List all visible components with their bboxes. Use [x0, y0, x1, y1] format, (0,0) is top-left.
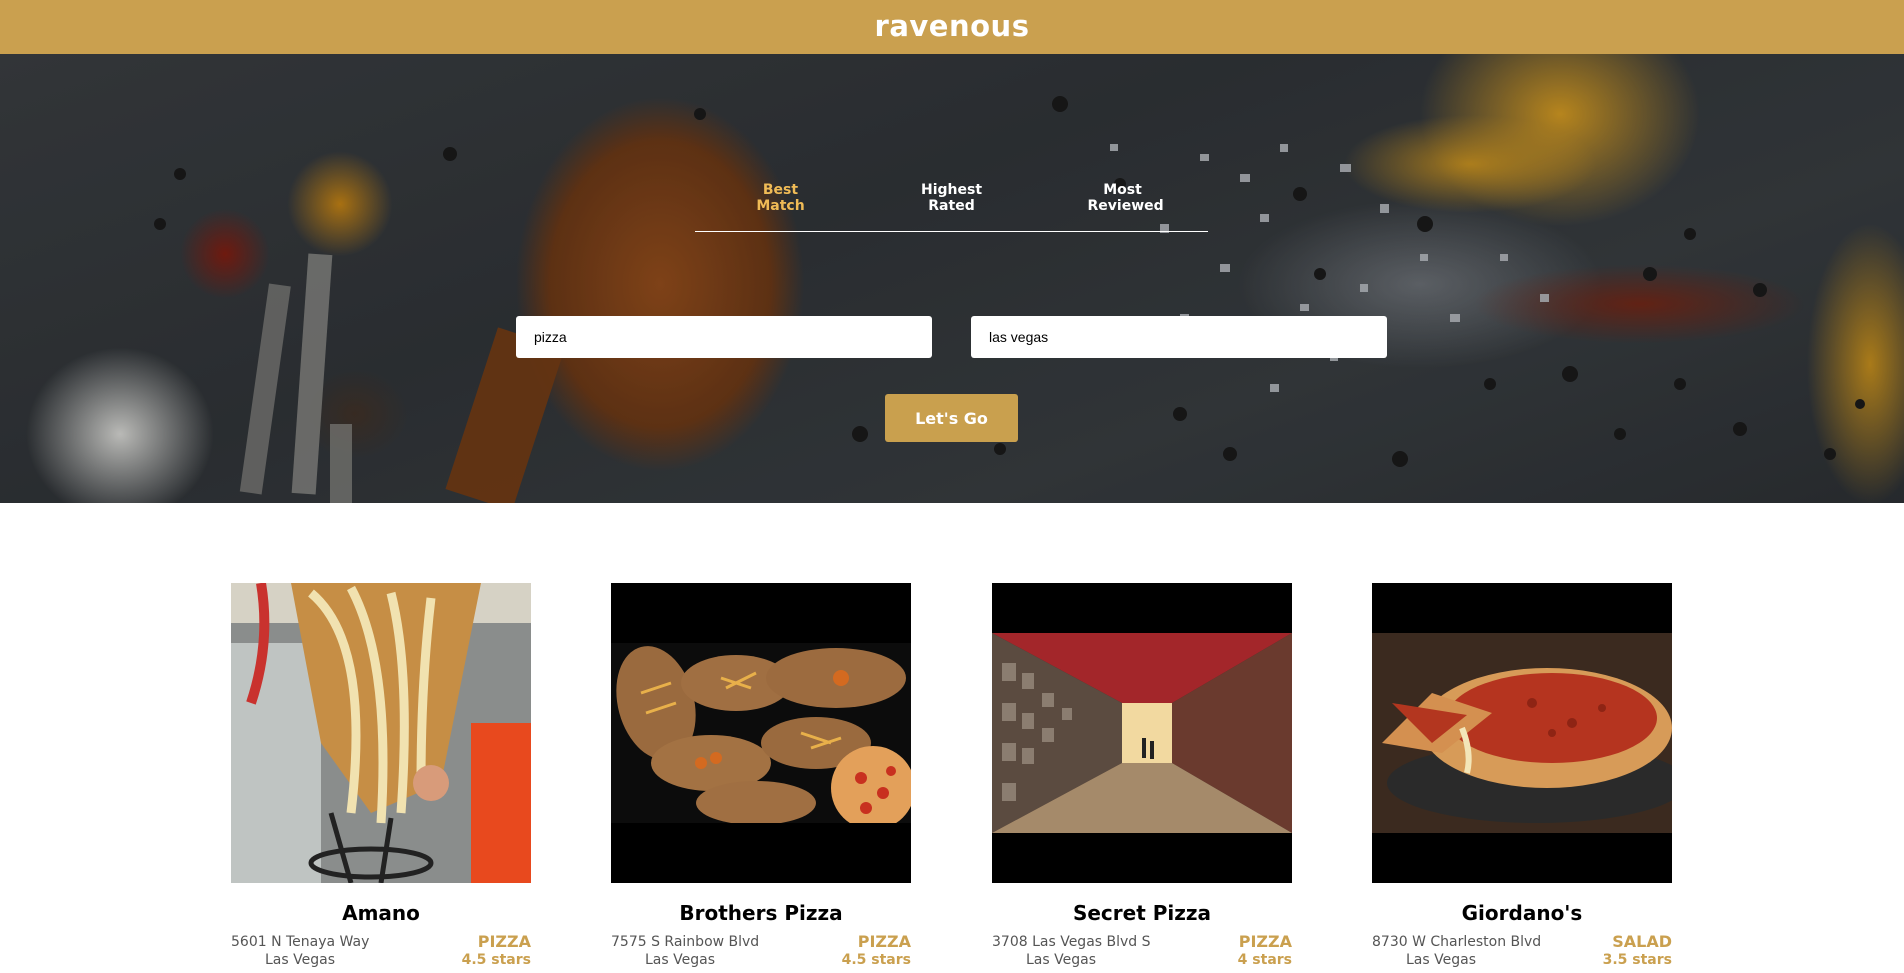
search-location-input[interactable] — [971, 316, 1387, 358]
business-info: 7575 S Rainbow Blvd Las Vegas PIZZA 4.5 … — [611, 933, 911, 973]
business-address: 3708 Las Vegas Blvd S Las Vegas — [992, 933, 1151, 969]
lets-go-button[interactable]: Let's Go — [885, 394, 1018, 442]
sort-options: Best Match Highest Rated Most Reviewed — [695, 182, 1208, 232]
business-info: 3708 Las Vegas Blvd S Las Vegas PIZZA 4 … — [992, 933, 1292, 973]
business-photo[interactable] — [992, 583, 1292, 883]
business-name: Amano — [342, 901, 420, 925]
sort-option-label: Most Reviewed — [1087, 182, 1164, 214]
sort-option-line: Highest — [920, 182, 983, 198]
business-image-amano — [231, 583, 531, 883]
sort-option-line: Best — [762, 182, 799, 198]
sort-option-most-reviewed[interactable]: Most Reviewed — [1037, 182, 1208, 231]
brand-logo: ravenous — [874, 8, 1030, 43]
business-name: Brothers Pizza — [679, 901, 843, 925]
business-rating: 3.5 stars — [1602, 952, 1672, 968]
business-info: 8730 W Charleston Blvd Las Vegas SALAD 3… — [1372, 933, 1672, 973]
sort-option-line: Reviewed — [1087, 198, 1164, 214]
business-card[interactable]: Brothers Pizza 7575 S Rainbow Blvd Las V… — [611, 583, 911, 968]
business-card[interactable]: Giordano's 8730 W Charleston Blvd Las Ve… — [1372, 583, 1672, 968]
business-rating: 4.5 stars — [841, 952, 911, 968]
business-photo[interactable] — [611, 583, 911, 883]
business-address: 7575 S Rainbow Blvd Las Vegas — [611, 933, 760, 969]
business-reviews: PIZZA 4 stars — [1238, 933, 1292, 969]
business-city: Las Vegas — [1026, 952, 1096, 968]
business-image-giordanos — [1372, 633, 1672, 833]
business-category: PIZZA — [857, 932, 911, 951]
business-category: SALAD — [1612, 932, 1672, 951]
sort-option-label: Best Match — [746, 182, 816, 214]
sort-option-label: Highest Rated — [917, 182, 987, 214]
business-street: 3708 Las Vegas Blvd S — [992, 934, 1151, 950]
business-rating: 4.5 stars — [461, 952, 531, 968]
business-card[interactable]: Amano 5601 N Tenaya Way Las Vegas PIZZA … — [231, 583, 531, 968]
business-image-brothers-pizza — [611, 643, 911, 823]
top-bar: ravenous — [0, 0, 1904, 54]
business-category: PIZZA — [477, 932, 531, 951]
business-city: Las Vegas — [265, 952, 335, 968]
business-photo[interactable] — [1372, 583, 1672, 883]
business-image-secret-pizza — [992, 633, 1292, 833]
sort-option-best-match[interactable]: Best Match — [695, 182, 866, 231]
sort-option-line: Match — [756, 198, 805, 214]
sort-option-highest-rated[interactable]: Highest Rated — [866, 182, 1037, 231]
business-category: PIZZA — [1238, 932, 1292, 951]
business-address: 8730 W Charleston Blvd Las Vegas — [1372, 933, 1542, 969]
sort-option-line: Most — [1103, 182, 1142, 198]
business-photo[interactable] — [231, 583, 531, 883]
business-reviews: SALAD 3.5 stars — [1603, 933, 1672, 969]
search-hero: Best Match Highest Rated Most Reviewed L… — [0, 54, 1904, 503]
business-street: 7575 S Rainbow Blvd — [611, 934, 760, 950]
business-reviews: PIZZA 4.5 stars — [842, 933, 911, 969]
business-reviews: PIZZA 4.5 stars — [462, 933, 531, 969]
business-street: 8730 W Charleston Blvd — [1372, 934, 1542, 950]
business-rating: 4 stars — [1237, 952, 1292, 968]
sort-option-line: Rated — [928, 198, 975, 214]
business-city: Las Vegas — [1406, 952, 1476, 968]
business-info: 5601 N Tenaya Way Las Vegas PIZZA 4.5 st… — [231, 933, 531, 973]
business-street: 5601 N Tenaya Way — [231, 934, 370, 950]
business-name: Giordano's — [1461, 901, 1583, 925]
business-city: Las Vegas — [645, 952, 715, 968]
search-term-input[interactable] — [516, 316, 932, 358]
business-card[interactable]: Secret Pizza 3708 Las Vegas Blvd S Las V… — [992, 583, 1292, 968]
business-name: Secret Pizza — [1072, 901, 1212, 925]
business-address: 5601 N Tenaya Way Las Vegas — [231, 933, 369, 969]
